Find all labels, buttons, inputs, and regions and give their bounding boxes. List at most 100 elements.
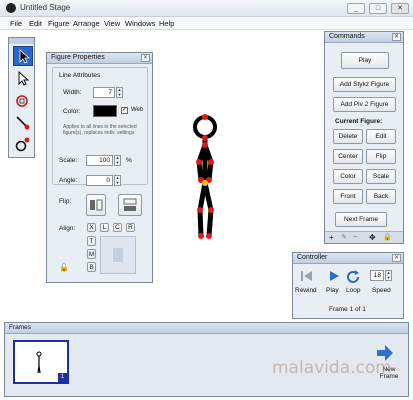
align-center-button[interactable]: C bbox=[113, 223, 122, 232]
align-label: Align: bbox=[59, 225, 76, 232]
close-icon[interactable]: ✕ bbox=[141, 54, 150, 62]
panel-title: Figure Properties bbox=[51, 54, 105, 61]
menu-help[interactable]: Help bbox=[159, 19, 174, 28]
align-preview bbox=[100, 236, 136, 274]
current-figure-heading: Current Figure: bbox=[335, 118, 383, 125]
hollow-arrow-icon bbox=[18, 70, 30, 86]
loop-button[interactable] bbox=[346, 269, 360, 285]
menu-figure[interactable]: Figure bbox=[48, 19, 69, 28]
panel-titlebar[interactable]: Controller ✕ bbox=[293, 253, 403, 264]
play-button[interactable]: Play bbox=[341, 52, 389, 69]
flip-button[interactable]: Flip bbox=[366, 149, 396, 164]
line-attributes-heading: Line Attributes bbox=[59, 72, 101, 79]
menu-file[interactable]: File bbox=[10, 19, 22, 28]
close-icon[interactable]: ✕ bbox=[392, 254, 401, 262]
center-button[interactable]: Center bbox=[333, 149, 363, 164]
maximize-button[interactable]: □ bbox=[369, 3, 387, 14]
lock-icon[interactable]: 🔓 bbox=[59, 263, 69, 272]
plus-icon[interactable]: + bbox=[329, 233, 334, 242]
play-label: Play bbox=[326, 287, 339, 294]
color-button[interactable]: Color bbox=[333, 169, 363, 184]
angle-label: Angle: bbox=[59, 177, 78, 184]
align-middle-button[interactable]: M bbox=[87, 249, 96, 259]
scale-tool[interactable] bbox=[13, 92, 33, 112]
align-x-button[interactable]: X bbox=[87, 223, 96, 232]
width-input[interactable]: 7 bbox=[93, 87, 115, 98]
panel-titlebar[interactable]: Commands ✕ bbox=[325, 32, 403, 43]
flip-vertical-icon bbox=[123, 198, 137, 211]
add-piv2-figure-button[interactable]: Add Piv 2 Figure bbox=[333, 97, 396, 112]
align-bottom-button[interactable]: B bbox=[87, 262, 96, 272]
menu-arrange[interactable]: Arrange bbox=[73, 19, 100, 28]
commands-panel: Commands ✕ Play Add Stykz Figure Add Piv… bbox=[324, 31, 404, 244]
align-top-button[interactable]: T bbox=[87, 236, 96, 246]
controller-panel: Controller ✕ Rewind Play Loop 18 ▲ ▼ Spee… bbox=[292, 252, 404, 319]
flip-horizontal-button[interactable] bbox=[86, 194, 106, 216]
minimize-button[interactable]: _ bbox=[347, 3, 365, 14]
close-window-button[interactable]: ✕ bbox=[391, 3, 409, 14]
minus-icon[interactable]: − bbox=[353, 232, 358, 241]
pen-tool[interactable] bbox=[13, 113, 33, 133]
scale-stepper[interactable]: ▲ ▼ bbox=[114, 155, 121, 166]
scale-unit: % bbox=[126, 157, 132, 164]
scale-input[interactable]: 100 bbox=[86, 155, 113, 166]
pencil-icon[interactable]: ✎ bbox=[341, 233, 347, 241]
front-button[interactable]: Front bbox=[333, 189, 363, 204]
rewind-label: Rewind bbox=[295, 287, 317, 294]
frame-number: 1 bbox=[58, 373, 67, 382]
panel-title: Frames bbox=[9, 324, 32, 331]
align-right-button[interactable]: R bbox=[126, 223, 135, 232]
scale-button[interactable]: Scale bbox=[366, 169, 396, 184]
speed-label: Speed bbox=[372, 287, 391, 294]
align-left-button[interactable]: L bbox=[100, 223, 109, 232]
tools-palette bbox=[8, 37, 35, 158]
flip-label: Flip: bbox=[59, 198, 72, 205]
stick-figure[interactable] bbox=[180, 100, 230, 245]
circle-joint-icon bbox=[15, 137, 30, 152]
frame-thumbnail[interactable]: 1 bbox=[13, 340, 69, 384]
speed-input[interactable]: 18 bbox=[370, 270, 384, 281]
arrow-cursor-icon bbox=[19, 49, 31, 64]
rewind-icon bbox=[301, 271, 312, 281]
lock-toggle-icon[interactable]: 🔒 bbox=[383, 233, 392, 241]
title-bar: Untitled Stage _ □ ✕ bbox=[0, 0, 413, 17]
menu-view[interactable]: View bbox=[104, 19, 120, 28]
color-label: Color: bbox=[63, 108, 81, 115]
app-icon bbox=[6, 3, 16, 13]
watermark: malavida.com bbox=[272, 358, 392, 378]
flip-horizontal-icon bbox=[90, 199, 103, 211]
line-tool-icon bbox=[16, 116, 30, 130]
target-icon bbox=[16, 95, 28, 107]
line-color-swatch[interactable] bbox=[93, 105, 117, 117]
angle-input[interactable]: 0 bbox=[86, 175, 113, 186]
frame-info: Frame 1 of 1 bbox=[329, 306, 366, 313]
play-icon bbox=[330, 271, 339, 281]
loop-label: Loop bbox=[346, 287, 361, 294]
next-frame-button[interactable]: Next Frame bbox=[335, 212, 387, 227]
angle-stepper[interactable]: ▲ ▼ bbox=[114, 175, 121, 186]
move-icon[interactable]: ✥ bbox=[369, 233, 376, 242]
play-control-button[interactable] bbox=[327, 269, 341, 285]
joint-tool[interactable] bbox=[13, 135, 33, 155]
back-button[interactable]: Back bbox=[366, 189, 396, 204]
menu-windows[interactable]: Windows bbox=[125, 19, 155, 28]
delete-button[interactable]: Delete bbox=[333, 129, 363, 144]
line-attributes-group: Line Attributes Width: 7 ▲ ▼ Color: ✓ Web… bbox=[52, 67, 148, 185]
close-icon[interactable]: ✕ bbox=[392, 33, 401, 41]
width-label: Width: bbox=[63, 89, 82, 96]
select-arrow-tool[interactable] bbox=[13, 46, 33, 66]
rewind-button[interactable] bbox=[300, 269, 314, 285]
web-checkbox[interactable]: ✓ bbox=[121, 107, 128, 114]
edit-button[interactable]: Edit bbox=[366, 129, 396, 144]
panel-title: Commands bbox=[329, 33, 365, 40]
speed-stepper[interactable]: ▲ ▼ bbox=[385, 270, 392, 281]
panel-titlebar[interactable]: Figure Properties ✕ bbox=[47, 53, 152, 64]
width-stepper[interactable]: ▲ ▼ bbox=[116, 87, 123, 98]
figure-root-joint bbox=[202, 180, 208, 186]
flip-vertical-button[interactable] bbox=[118, 194, 142, 216]
panel-titlebar[interactable]: Frames bbox=[5, 323, 408, 334]
node-select-tool[interactable] bbox=[13, 69, 33, 89]
menu-edit[interactable]: Edit bbox=[29, 19, 42, 28]
window-title: Untitled Stage bbox=[20, 3, 71, 12]
add-stykz-figure-button[interactable]: Add Stykz Figure bbox=[333, 77, 396, 92]
